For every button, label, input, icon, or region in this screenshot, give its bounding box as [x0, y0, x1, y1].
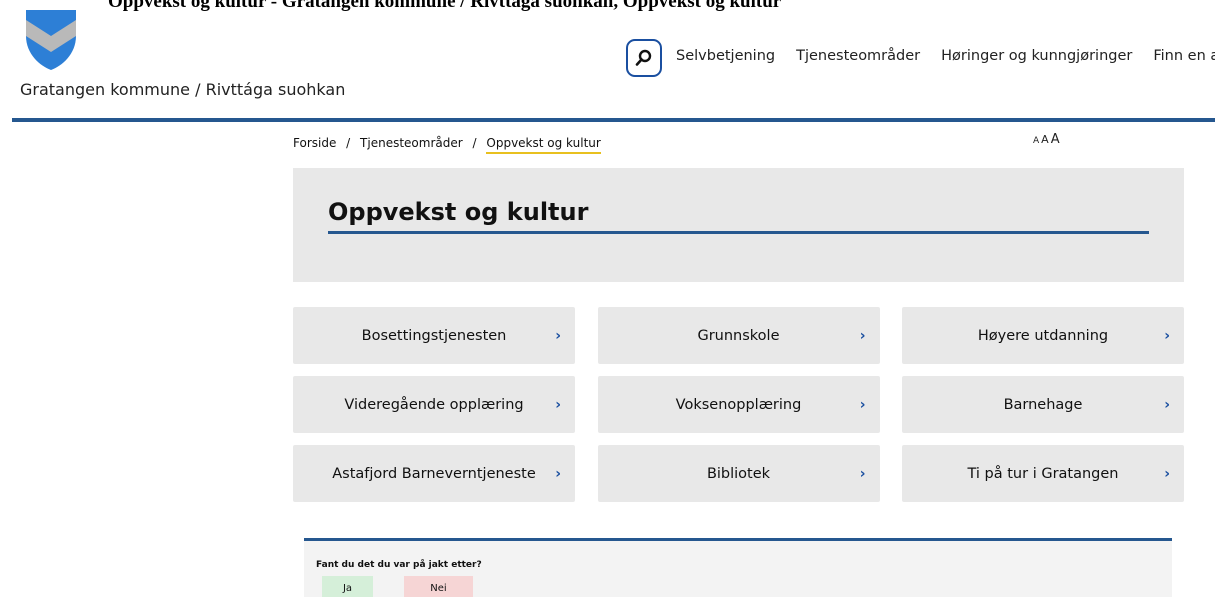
page-banner: Oppvekst og kultur - Gratangen kommune /…: [0, 0, 1215, 28]
tile-videregaende-opplaering[interactable]: Videregående opplæring ›: [293, 376, 575, 433]
breadcrumb-tjenesteomrader[interactable]: Tjenesteområder: [360, 136, 463, 150]
breadcrumb-home[interactable]: Forside: [293, 136, 336, 150]
service-tiles: Bosettingstjenesten › Grunnskole › Høyer…: [293, 307, 1184, 502]
chevron-right-icon: ›: [1164, 327, 1170, 344]
text-size-control: AAA: [1033, 128, 1062, 147]
chevron-right-icon: ›: [1164, 396, 1170, 413]
feedback-no-button[interactable]: Nei: [404, 576, 473, 597]
breadcrumb-separator: /: [346, 136, 351, 150]
chevron-right-icon: ›: [555, 327, 561, 344]
tile-label: Ti på tur i Gratangen: [967, 465, 1119, 482]
tile-bibliotek[interactable]: Bibliotek ›: [597, 445, 880, 502]
page-title: Oppvekst og kultur: [328, 198, 589, 226]
chevron-right-icon: ›: [859, 396, 866, 413]
text-size-large[interactable]: A: [1051, 132, 1060, 147]
feedback-yes-button[interactable]: Ja: [322, 576, 373, 597]
breadcrumb: Forside / Tjenesteområder / Oppvekst og …: [293, 136, 601, 154]
tile-label: Høyere utdanning: [977, 327, 1109, 344]
tile-label: Grunnskole: [697, 327, 780, 344]
nav-horinger[interactable]: Høringer og kunngjøringer: [941, 48, 1132, 64]
tile-label: Bibliotek: [706, 465, 771, 482]
tile-barnehage[interactable]: Barnehage ›: [902, 376, 1184, 433]
coat-of-arms-icon[interactable]: [22, 6, 80, 72]
text-size-medium[interactable]: A: [1041, 133, 1049, 146]
banner-title: Oppvekst og kultur - Gratangen kommune /…: [108, 0, 782, 12]
hero-panel: Oppvekst og kultur: [293, 168, 1184, 282]
breadcrumb-separator: /: [472, 136, 477, 150]
tile-grunnskole[interactable]: Grunnskole ›: [597, 307, 880, 364]
text-size-small[interactable]: A: [1033, 136, 1039, 146]
tile-voksenopplaering[interactable]: Voksenopplæring ›: [597, 376, 880, 433]
nav-tjenesteomrader[interactable]: Tjenesteområder: [796, 48, 920, 64]
tile-label: Videregående opplæring: [344, 396, 524, 413]
main-nav: Selvbetjening Tjenesteområder Høringer o…: [676, 48, 1215, 64]
tile-label: Bosettingstjenesten: [361, 327, 507, 344]
breadcrumb-current[interactable]: Oppvekst og kultur: [486, 136, 601, 154]
chevron-right-icon: ›: [859, 327, 866, 344]
feedback-panel: Fant du det du var på jakt etter? Ja Nei: [304, 538, 1172, 597]
tile-bosettingstjenesten[interactable]: Bosettingstjenesten ›: [293, 307, 575, 364]
tile-hoyere-utdanning[interactable]: Høyere utdanning ›: [902, 307, 1184, 364]
chevron-right-icon: ›: [859, 465, 866, 482]
title-underline: [328, 231, 1149, 234]
nav-finn-en-ansatt[interactable]: Finn en ans: [1153, 48, 1215, 64]
tile-astafjord-barneverntjeneste[interactable]: Astafjord Barneverntjeneste ›: [293, 445, 575, 502]
chevron-right-icon: ›: [555, 396, 561, 413]
tile-label: Voksenopplæring: [675, 396, 802, 413]
tile-ti-pa-tur[interactable]: Ti på tur i Gratangen ›: [902, 445, 1184, 502]
chevron-right-icon: ›: [1164, 465, 1170, 482]
tile-label: Barnehage: [1003, 396, 1083, 413]
chevron-right-icon: ›: [555, 465, 561, 482]
nav-selvbetjening[interactable]: Selvbetjening: [676, 48, 775, 64]
search-icon: [635, 49, 652, 66]
header-divider: [12, 118, 1215, 122]
feedback-question: Fant du det du var på jakt etter?: [316, 560, 482, 570]
tile-label: Astafjord Barneverntjeneste: [332, 465, 536, 482]
search-button[interactable]: [626, 39, 662, 77]
site-name[interactable]: Gratangen kommune / Rivttága suohkan: [20, 80, 345, 99]
